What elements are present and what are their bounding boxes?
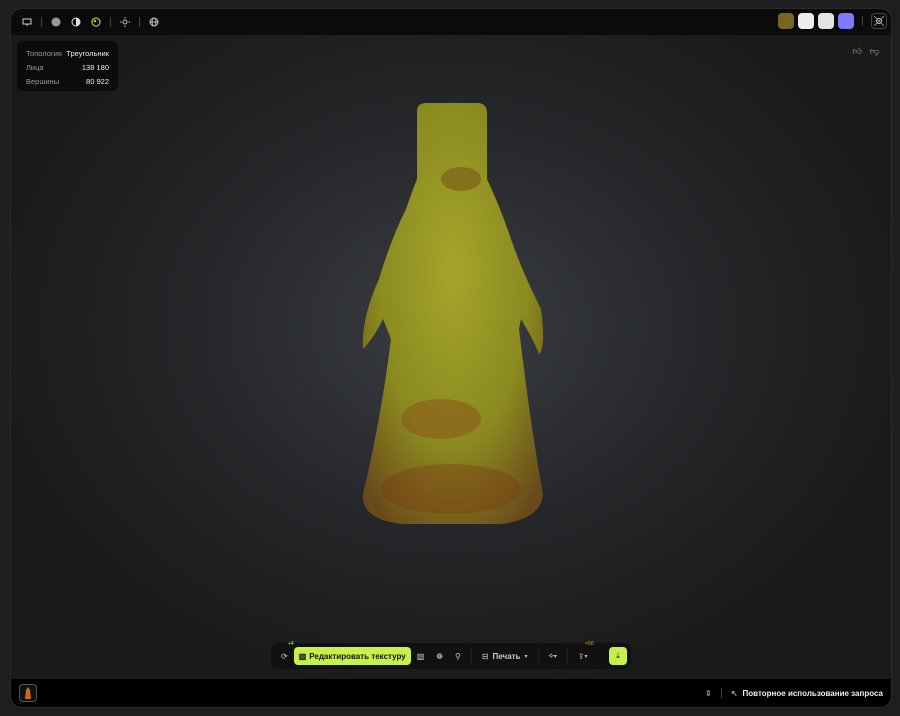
3d-model xyxy=(362,103,544,524)
printer-icon: ⊟ xyxy=(481,651,489,661)
rig-icon[interactable]: ⚲ xyxy=(449,647,467,665)
texture-pattern-icon[interactable]: ▧ xyxy=(411,647,431,665)
chevron-down-icon: ▾ xyxy=(553,653,557,660)
chevron-down-icon: ▾ xyxy=(524,653,528,660)
animate-button[interactable]: ⟡ ▾ xyxy=(543,647,563,665)
reuse-prompt-button[interactable]: Повторное использование запроса xyxy=(743,689,883,698)
edit-texture-label: Редактировать текстуру xyxy=(309,651,406,661)
print-button[interactable]: ⊟ Печать ▾ xyxy=(476,647,534,665)
thumbs-up-icon[interactable]: 👍︎ xyxy=(852,46,861,57)
roughness-swatch[interactable] xyxy=(798,13,814,29)
faces-label: Лица xyxy=(26,62,44,72)
edit-texture-button[interactable]: ▨ Редактировать текстуру xyxy=(293,647,411,665)
remesh-icon[interactable]: ❁ xyxy=(430,647,449,665)
download-button[interactable]: ⤓ xyxy=(609,647,627,665)
mesh-stats-panel: Топология Треугольник Лица 138 180 Вершины… xyxy=(17,41,118,91)
vertices-label: Вершины xyxy=(26,76,60,86)
arrow-up-left-icon: ↖ xyxy=(730,688,738,698)
bottom-action-toolbar: ⟳ +4 ▨ Редактировать текстуру ▧ ❁ ⚲ ⊟ Печат… xyxy=(271,641,631,669)
vertices-value: 80 922 xyxy=(86,76,109,86)
texture-shading-icon[interactable] xyxy=(89,15,103,29)
top-toolbar xyxy=(11,9,891,35)
globe-icon[interactable] xyxy=(147,15,161,29)
metallic-swatch[interactable] xyxy=(818,13,834,29)
thumbs-down-icon[interactable]: 👎︎ xyxy=(870,46,879,57)
faces-value: 138 180 xyxy=(81,62,109,72)
monitor-icon[interactable] xyxy=(20,15,34,29)
app-window: Топология Треугольник Лица 138 180 Вершины… xyxy=(10,8,892,708)
retry-button[interactable]: ⟳ +4 xyxy=(275,641,294,665)
topology-value: Треугольник xyxy=(66,48,109,58)
solid-shading-icon[interactable] xyxy=(49,15,63,29)
bottom-bar: ⇕ ↖ Повторное использование запроса xyxy=(11,679,891,707)
base-color-swatch[interactable] xyxy=(778,13,794,29)
expand-chevrons-icon[interactable]: ⇕ xyxy=(705,689,712,698)
environment-icon[interactable] xyxy=(871,13,887,29)
export-button[interactable]: ⇪ ▾ +50 xyxy=(572,641,594,665)
3d-viewport[interactable]: Топология Треугольник Лица 138 180 Вершины… xyxy=(11,35,891,679)
normal-swatch[interactable] xyxy=(838,13,854,29)
print-label: Печать xyxy=(492,651,521,661)
texture-brush-icon: ▨ xyxy=(298,651,307,661)
light-icon[interactable] xyxy=(118,15,132,29)
chevron-down-icon: ▾ xyxy=(584,653,588,660)
download-icon: ⤓ xyxy=(616,651,620,660)
export-badge: +50 xyxy=(585,641,594,647)
refresh-icon: ⟳ xyxy=(281,651,288,661)
retry-badge: +4 xyxy=(288,641,294,647)
topology-label: Топология xyxy=(26,48,62,58)
clay-shading-icon[interactable] xyxy=(69,15,83,29)
model-thumbnail[interactable] xyxy=(19,684,37,702)
